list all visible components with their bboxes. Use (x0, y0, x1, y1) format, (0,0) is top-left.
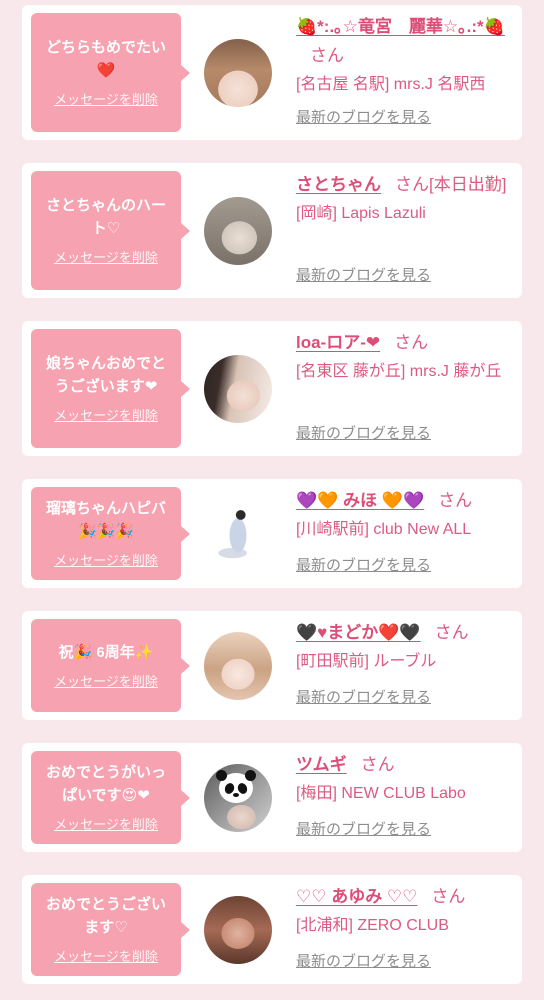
store-info: [北浦和] ZERO CLUB (296, 917, 449, 934)
message-bubble: 瑠璃ちゃんハピバ🎉🎉🎉 メッセージを削除 (31, 487, 190, 580)
avatar[interactable] (204, 895, 272, 964)
latest-blog-link[interactable]: 最新のブログを見る (296, 556, 431, 576)
honorific-label: さん (434, 623, 469, 642)
name-line: ツムギ さん (296, 751, 514, 780)
work-status: [本日出勤] (429, 175, 507, 194)
delete-message-link[interactable]: メッセージを削除 (54, 249, 158, 267)
delete-message-link[interactable]: メッセージを削除 (54, 407, 158, 425)
cast-info: 🍓*:.｡☆竜宮 麗華☆｡.:*🍓 さん [名古屋 名駅] mrs.J 名駅西 (296, 13, 514, 104)
message-card: おめでとうございます♡ メッセージを削除 ♡♡ あゆみ ♡♡ さん [北浦和] Z… (22, 875, 522, 984)
honorific-label: さん (360, 755, 395, 774)
cast-name-link[interactable]: さとちゃん (296, 175, 381, 194)
cast-name-link[interactable]: 🍓*:.｡☆竜宮 麗華☆｡.:*🍓 (296, 17, 505, 36)
avatar[interactable] (204, 763, 272, 832)
avatar[interactable] (204, 196, 272, 265)
name-line: 🖤♥まどか❤️🖤 さん (296, 619, 514, 648)
delete-message-link[interactable]: メッセージを削除 (54, 91, 158, 109)
message-bubble: どちらもめでたい❤️ メッセージを削除 (31, 13, 190, 132)
cast-info: さとちゃん さん[本日出勤] [岡崎] Lapis Lazuli (296, 171, 514, 262)
delete-message-link[interactable]: メッセージを削除 (54, 673, 158, 691)
cast-info: ツムギ さん [梅田] NEW CLUB Labo (296, 751, 514, 816)
avatar[interactable] (204, 499, 272, 568)
cast-name-link[interactable]: ♡♡ あゆみ ♡♡ (296, 887, 417, 906)
message-card: 瑠璃ちゃんハピバ🎉🎉🎉 メッセージを削除 💜🧡 みほ 🧡💜 さん [川崎駅前] c… (22, 479, 522, 588)
name-line: loa-ロア-❤ さん (296, 329, 514, 358)
name-line: さとちゃん さん[本日出勤] (296, 171, 514, 200)
message-text: 瑠璃ちゃんハピバ🎉🎉🎉 (45, 500, 166, 540)
name-line: 🍓*:.｡☆竜宮 麗華☆｡.:*🍓 さん (296, 13, 514, 71)
message-text: どちらもめでたい❤️ (45, 39, 166, 79)
cast-info: 🖤♥まどか❤️🖤 さん [町田駅前] ルーブル (296, 619, 514, 684)
cast-name-link[interactable]: ツムギ (296, 755, 347, 774)
message-text: おめでとうございます♡ (45, 896, 166, 936)
delete-message-link[interactable]: メッセージを削除 (54, 948, 158, 966)
store-info: [梅田] NEW CLUB Labo (296, 785, 466, 802)
message-list: どちらもめでたい❤️ メッセージを削除 🍓*:.｡☆竜宮 麗華☆｡.:*🍓 さん … (0, 0, 544, 1000)
latest-blog-link[interactable]: 最新のブログを見る (296, 688, 431, 708)
message-card: さとちゃんのハート♡ メッセージを削除 さとちゃん さん[本日出勤] [岡崎] L… (22, 163, 522, 298)
honorific-label: さん (394, 333, 429, 352)
cast-info: loa-ロア-❤ さん [名東区 藤が丘] mrs.J 藤が丘 (296, 329, 514, 420)
message-bubble: 祝🎉 6周年✨ メッセージを削除 (31, 619, 190, 712)
message-text: 娘ちゃんおめでとうございます❤ (45, 355, 166, 395)
message-card: おめでとうがいっぱいです😍❤ メッセージを削除 ツムギ さん [梅田] NEW C… (22, 743, 522, 852)
cast-name-link[interactable]: 🖤♥まどか❤️🖤 (296, 623, 421, 642)
cast-info: ♡♡ あゆみ ♡♡ さん [北浦和] ZERO CLUB (296, 883, 514, 948)
honorific-label: さん (310, 46, 344, 65)
avatar[interactable] (204, 38, 272, 107)
latest-blog-link[interactable]: 最新のブログを見る (296, 108, 431, 128)
honorific-label: さん (431, 887, 466, 906)
avatar[interactable] (204, 631, 272, 700)
message-bubble: さとちゃんのハート♡ メッセージを削除 (31, 171, 190, 290)
latest-blog-link[interactable]: 最新のブログを見る (296, 266, 431, 286)
honorific-label: さん (438, 491, 473, 510)
honorific-label: さん (395, 175, 429, 194)
latest-blog-link[interactable]: 最新のブログを見る (296, 820, 431, 840)
message-card: どちらもめでたい❤️ メッセージを削除 🍓*:.｡☆竜宮 麗華☆｡.:*🍓 さん … (22, 5, 522, 140)
message-bubble: 娘ちゃんおめでとうございます❤ メッセージを削除 (31, 329, 190, 448)
store-info: [名古屋 名駅] mrs.J 名駅西 (296, 76, 486, 93)
panda-mask-icon (216, 769, 256, 803)
name-line: 💜🧡 みほ 🧡💜 さん (296, 487, 514, 516)
message-bubble: おめでとうがいっぱいです😍❤ メッセージを削除 (31, 751, 190, 844)
name-line: ♡♡ あゆみ ♡♡ さん (296, 883, 514, 912)
cast-name-link[interactable]: 💜🧡 みほ 🧡💜 (296, 491, 424, 510)
store-info: [川崎駅前] club New ALL (296, 521, 472, 538)
message-text: 祝🎉 6周年✨ (58, 643, 154, 661)
store-info: [岡崎] Lapis Lazuli (296, 205, 426, 222)
cast-name-link[interactable]: loa-ロア-❤ (296, 333, 380, 352)
delete-message-link[interactable]: メッセージを削除 (54, 552, 158, 570)
message-bubble: おめでとうございます♡ メッセージを削除 (31, 883, 190, 976)
store-info: [町田駅前] ルーブル (296, 653, 437, 670)
message-card: 娘ちゃんおめでとうございます❤ メッセージを削除 loa-ロア-❤ さん [名東区… (22, 321, 522, 456)
avatar[interactable] (204, 354, 272, 423)
cast-info: 💜🧡 みほ 🧡💜 さん [川崎駅前] club New ALL (296, 487, 514, 552)
message-card: 祝🎉 6周年✨ メッセージを削除 🖤♥まどか❤️🖤 さん [町田駅前] ルーブル … (22, 611, 522, 720)
store-info: [名東区 藤が丘] mrs.J 藤が丘 (296, 363, 502, 380)
message-text: さとちゃんのハート♡ (45, 197, 166, 237)
latest-blog-link[interactable]: 最新のブログを見る (296, 424, 431, 444)
delete-message-link[interactable]: メッセージを削除 (54, 816, 158, 834)
latest-blog-link[interactable]: 最新のブログを見る (296, 952, 431, 972)
message-text: おめでとうがいっぱいです😍❤ (45, 764, 166, 804)
